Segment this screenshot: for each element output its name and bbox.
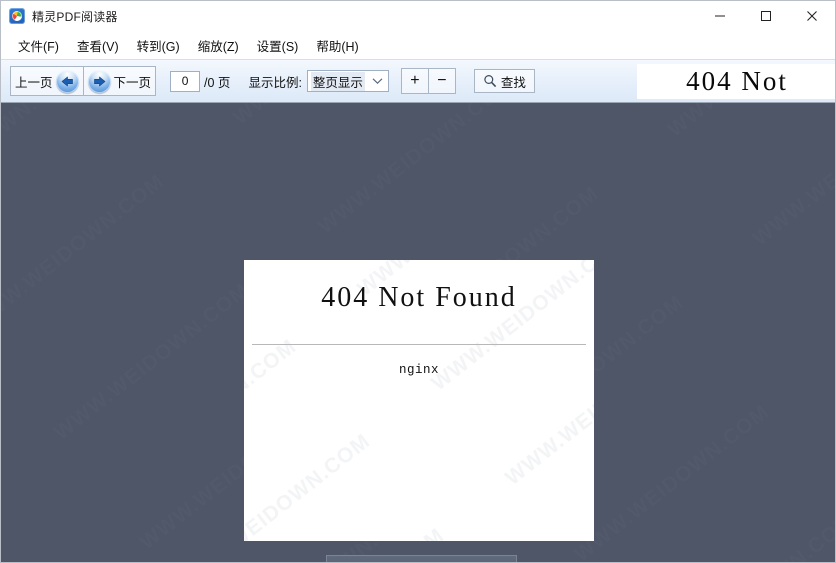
find-label: 查找	[500, 75, 526, 90]
watermark-text: WWW.WEIDOWN.COM	[834, 160, 835, 405]
document-divider	[252, 344, 586, 345]
watermark-text: WWW.WEIDOWN.COM	[1, 451, 68, 562]
watermark-text: WWW.WEIDOWN.COM	[1, 103, 83, 227]
maximize-button[interactable]	[743, 1, 789, 31]
zoom-out-button[interactable]: −	[429, 69, 455, 93]
document-heading: 404 Not Found	[321, 282, 517, 313]
menu-item-goto[interactable]: 转到(G)	[128, 33, 189, 58]
menu-item-view[interactable]: 查看(V)	[68, 33, 128, 58]
watermark-text: WWW.WEIDOWN.COM	[663, 103, 835, 187]
document-server-label: nginx	[398, 363, 439, 377]
menu-item-help[interactable]: 帮助(H)	[307, 33, 367, 58]
page-number-group: /0 页	[170, 70, 231, 92]
window-controls	[697, 1, 835, 31]
menu-item-settings[interactable]: 设置(S)	[248, 33, 308, 58]
pdf-page-content: 404 Not Found nginx	[244, 260, 594, 377]
zoom-ratio-value: 整页显示	[310, 71, 365, 91]
arrow-left-icon	[55, 69, 79, 93]
zoom-ratio-select[interactable]: 整页显示	[306, 70, 389, 92]
window-title: 精灵PDF阅读器	[32, 9, 118, 24]
app-logo-icon	[9, 8, 25, 24]
watermark-text: WWW.WEIDOWN.COM	[748, 103, 835, 251]
close-button[interactable]	[789, 1, 835, 31]
chevron-down-icon	[372, 78, 383, 85]
search-icon	[483, 74, 497, 88]
zoom-stepper: + −	[400, 68, 456, 94]
prev-page-label: 上一页	[15, 75, 53, 90]
watermark-text: WWW.WEIDOWN.COM	[245, 490, 514, 541]
watermark-text: WWW.WEIDOWN.COM	[655, 475, 835, 562]
menu-item-zoom[interactable]: 缩放(Z)	[189, 33, 248, 58]
zoom-ratio-label: 显示比例:	[248, 75, 302, 90]
arrow-right-icon	[87, 69, 111, 93]
pdf-page: WWW.WEIDOWN.COM WWW.WEIDOWN.COM WWW.WEID…	[244, 260, 594, 541]
zoom-in-button[interactable]: +	[402, 69, 428, 93]
find-button[interactable]: 查找	[473, 69, 535, 93]
watermark-text: WWW.WEIDOWN.COM	[314, 103, 518, 239]
document-viewer: WWW.WEIDOWN.COM WWW.WEIDOWN.COM WWW.WEID…	[1, 103, 835, 563]
watermark-text: WWW.WEIDOWN.COM	[569, 399, 774, 563]
prev-page-button[interactable]: 上一页	[11, 67, 83, 95]
next-page-button[interactable]: 下一页	[84, 67, 156, 95]
title-bar: 精灵PDF阅读器	[1, 1, 835, 31]
next-page-label: 下一页	[113, 75, 152, 90]
menu-item-file[interactable]: 文件(F)	[9, 33, 68, 58]
watermark-text: WWW.WEIDOWN.COM	[1, 169, 169, 336]
page-number-input[interactable]	[170, 70, 201, 92]
watermark-text: WWW.WEIDOWN.COM	[229, 103, 511, 175]
zoom-ratio-group: 显示比例: 整页显示	[248, 70, 389, 92]
minimize-button[interactable]	[697, 1, 743, 31]
pager-group: 上一页 下一页	[10, 66, 157, 96]
maximize-icon	[761, 11, 771, 21]
application-window: 精灵PDF阅读器 文件(F) 查看(V) 转到(G) 缩放(Z) 设置(S) 帮…	[0, 0, 836, 563]
toolbar: 上一页 下一页 /0 页 显示比例	[1, 59, 835, 103]
watermark-text: WWW.WEIDOWN.COM	[244, 429, 375, 541]
menu-bar: 文件(F) 查看(V) 转到(G) 缩放(Z) 设置(S) 帮助(H)	[1, 31, 835, 59]
minimize-icon	[715, 15, 725, 17]
close-icon	[807, 11, 817, 21]
toolbar-overlay-text: 404 Not	[686, 66, 788, 96]
open-pdf-button[interactable]: 打开PDF文档...	[326, 555, 517, 562]
toolbar-overlay-box: 404 Not	[637, 64, 835, 99]
page-total-label: /0 页	[204, 75, 231, 90]
watermark-text: WWW.WEIDOWN.COM	[575, 418, 594, 541]
